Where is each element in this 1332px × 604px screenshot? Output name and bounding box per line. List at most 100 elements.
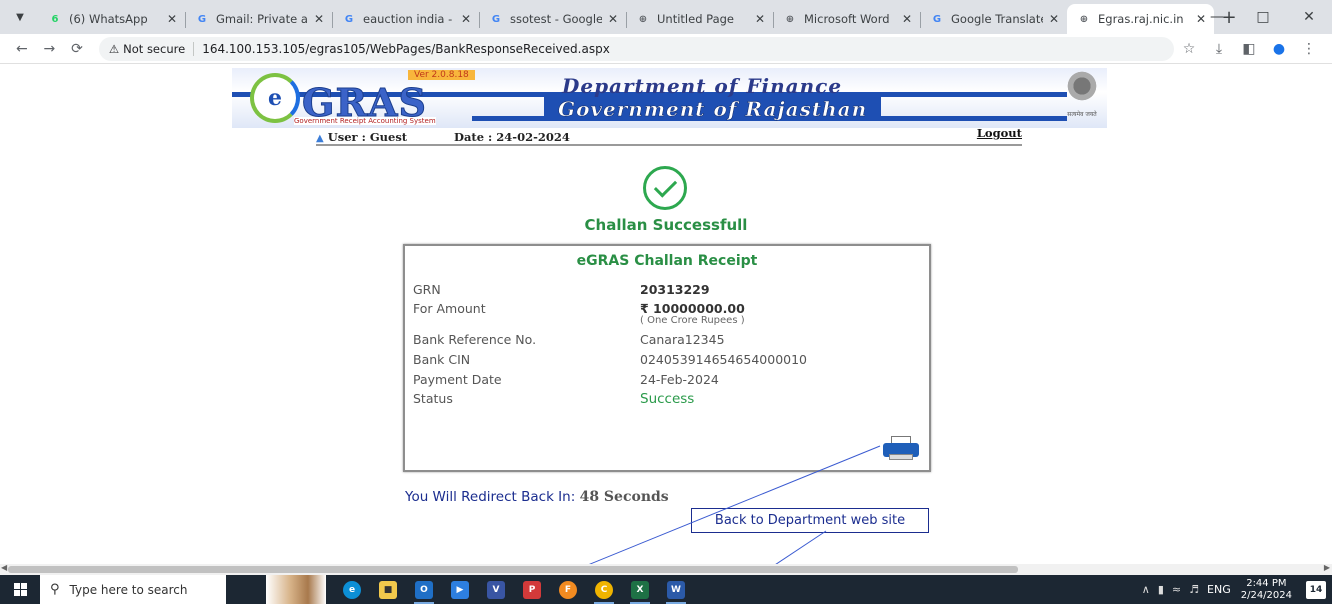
- scroll-left-icon[interactable]: ◀: [1, 563, 7, 572]
- visio-icon[interactable]: V: [478, 575, 514, 604]
- tab-title: Google Translate: [951, 12, 1043, 26]
- back-to-department-button[interactable]: Back to Department web site: [691, 508, 929, 533]
- taskbar-search[interactable]: ⚲ Type here to search: [40, 575, 226, 604]
- national-emblem-icon: सत्यमेव जयते: [1063, 70, 1101, 126]
- browser-tab[interactable]: Gssotest - Google ✕: [479, 4, 626, 34]
- horizontal-scrollbar[interactable]: ◀ ▶: [0, 563, 1332, 575]
- amount-in-words: ( One Crore Rupees ): [640, 315, 745, 326]
- receipt-heading: eGRAS Challan Receipt: [576, 253, 758, 269]
- excel-icon[interactable]: X: [622, 575, 658, 604]
- clock[interactable]: 2:44 PM 2/24/2024: [1241, 578, 1292, 602]
- close-window-icon[interactable]: ✕: [1286, 0, 1332, 34]
- menu-kebab-icon[interactable]: ⋮: [1294, 41, 1324, 57]
- translate-icon: G: [932, 13, 942, 25]
- emblem-motto: सत्यमेव जयते: [1067, 111, 1097, 118]
- notification-icon[interactable]: 14: [1306, 580, 1326, 599]
- tray-chevron-icon[interactable]: ∧: [1142, 583, 1150, 596]
- back-arrow-icon[interactable]: ←: [8, 41, 36, 57]
- tab-title: ssotest - Google: [510, 12, 602, 26]
- tab-close-icon[interactable]: ✕: [1049, 12, 1059, 26]
- forward-arrow-icon[interactable]: →: [36, 41, 64, 57]
- department-title: Department of Finance: [562, 74, 843, 98]
- battery-icon[interactable]: ▮: [1158, 583, 1164, 596]
- tab-title: Egras.raj.nic.in: [1098, 12, 1184, 26]
- amount-label: For Amount: [413, 301, 486, 316]
- date-label: Date : 24-02-2024: [454, 130, 570, 144]
- bank-cin-value: 02405391465465400001​0: [640, 352, 808, 367]
- egras-logo-icon: e: [250, 73, 300, 123]
- browser-tab[interactable]: ⊕ Egras.raj.nic.in ✕: [1067, 4, 1214, 34]
- scrollbar-thumb[interactable]: [8, 566, 1018, 573]
- status-label: Status: [413, 391, 453, 406]
- tab-close-icon[interactable]: ✕: [461, 12, 471, 26]
- app-icon[interactable]: ▶: [442, 575, 478, 604]
- security-indicator[interactable]: ⚠ Not secure: [108, 41, 195, 56]
- browser-toolbar: ← → ⟳ ⚠ Not secure 164.100.153.105/egras…: [0, 34, 1332, 64]
- printer-icon[interactable]: [883, 436, 919, 460]
- user-bar: User : Guest Date : 24-02-2024 Logout: [316, 126, 1022, 146]
- bank-ref-label: Bank Reference No.: [413, 332, 537, 347]
- tab-close-icon[interactable]: ✕: [167, 12, 177, 26]
- tab-close-icon[interactable]: ✕: [314, 12, 324, 26]
- tab-title: Microsoft Word: [804, 12, 890, 26]
- bank-cin-label: Bank CIN: [413, 352, 471, 367]
- challan-receipt: eGRAS Challan Receipt GRN 20313229 For A…: [403, 244, 931, 472]
- tab-search-icon[interactable]: ▼: [6, 3, 34, 31]
- redirect-message: You Will Redirect Back In: 48 Seconds: [405, 489, 669, 505]
- window-controls: — □ ✕: [1194, 0, 1332, 34]
- tab-title: Untitled Page: [657, 12, 734, 26]
- word-icon[interactable]: W: [658, 575, 694, 604]
- user-label: User : Guest: [316, 130, 407, 144]
- tab-title: (6) WhatsApp: [69, 12, 148, 26]
- firefox-icon[interactable]: F: [550, 575, 586, 604]
- browser-tab[interactable]: Geauction india - ✕: [332, 4, 479, 34]
- side-panel-icon[interactable]: ◧: [1234, 41, 1264, 57]
- tab-close-icon[interactable]: ✕: [755, 12, 765, 26]
- minimize-icon[interactable]: —: [1194, 0, 1240, 34]
- toolbar-actions: ☆ ⤓ ◧ ● ⋮: [1174, 41, 1324, 57]
- windows-start-icon[interactable]: [0, 575, 40, 604]
- search-highlight-image[interactable]: [266, 575, 326, 604]
- logo-tagline: Government Receipt Accounting System: [294, 117, 436, 125]
- reload-icon[interactable]: ⟳: [63, 41, 91, 57]
- volume-icon[interactable]: ♬: [1189, 583, 1199, 596]
- chrome-icon[interactable]: C: [586, 575, 622, 604]
- grn-label: GRN: [413, 282, 441, 297]
- globe-icon: ⊕: [1079, 13, 1089, 25]
- browser-tab[interactable]: ⊕ Untitled Page ✕: [626, 4, 773, 34]
- clock-date: 2/24/2024: [1240, 589, 1292, 601]
- version-badge: Ver 2.0.8.18: [408, 70, 475, 80]
- tab-close-icon[interactable]: ✕: [608, 12, 618, 26]
- logout-link[interactable]: Logout: [977, 126, 1022, 140]
- language-indicator[interactable]: ENG: [1207, 583, 1231, 596]
- bookmark-star-icon[interactable]: ☆: [1174, 41, 1204, 57]
- warning-icon: ⚠: [108, 41, 120, 56]
- edge-icon[interactable]: e: [334, 575, 370, 604]
- redirect-text: You Will Redirect Back In:: [405, 489, 576, 505]
- browser-tab[interactable]: G Gmail: Private an ✕: [185, 4, 332, 34]
- success-check-icon: [643, 166, 687, 210]
- status-value: Success: [640, 391, 695, 407]
- maximize-icon[interactable]: □: [1240, 0, 1286, 34]
- browser-tab[interactable]: G Google Translate ✕: [920, 4, 1067, 34]
- file-explorer-icon[interactable]: ■: [370, 575, 406, 604]
- google-icon: G: [344, 13, 354, 25]
- google-icon: G: [491, 13, 501, 25]
- browser-tab[interactable]: 6 (6) WhatsApp ✕: [38, 4, 185, 34]
- outlook-icon[interactable]: O: [406, 575, 442, 604]
- clock-time: 2:44 PM: [1246, 577, 1287, 589]
- browser-tab-strip: ▼ 6 (6) WhatsApp ✕ G Gmail: Private an ✕ Geauc…: [0, 0, 1332, 34]
- profile-icon[interactable]: ●: [1264, 41, 1294, 57]
- browser-tab[interactable]: ⊕ Microsoft Word ✕: [773, 4, 920, 34]
- wifi-icon[interactable]: ≈: [1172, 583, 1181, 596]
- government-title: Government of Rajasthan: [544, 97, 882, 121]
- scroll-right-icon[interactable]: ▶: [1324, 563, 1330, 572]
- url-text[interactable]: 164.100.153.105/egras105/WebPages/BankRe…: [202, 42, 610, 56]
- security-label: Not secure: [123, 41, 186, 56]
- tab-close-icon[interactable]: ✕: [902, 12, 912, 26]
- address-bar[interactable]: ⚠ Not secure 164.100.153.105/egras105/We…: [98, 36, 1174, 61]
- pdf-icon[interactable]: P: [514, 575, 550, 604]
- globe-icon: ⊕: [785, 13, 795, 25]
- download-icon[interactable]: ⤓: [1204, 41, 1234, 57]
- tab-title: eauction india -: [363, 12, 453, 26]
